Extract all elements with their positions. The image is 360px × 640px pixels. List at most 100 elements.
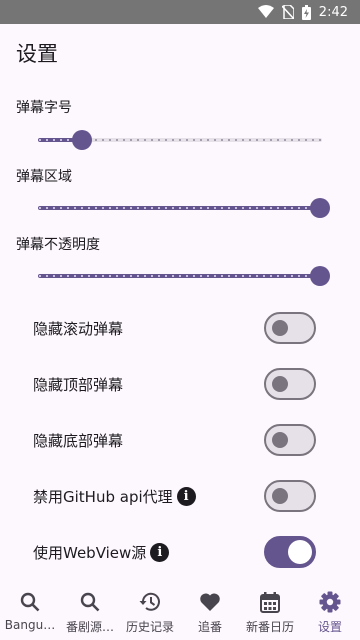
slider-tick [46,275,48,277]
slider-tick [186,139,188,141]
info-icon[interactable]: i [150,542,170,562]
slider-tick [53,139,55,141]
slider-tick [270,139,272,141]
slider-tick [179,275,181,277]
slider-tick [228,139,230,141]
info-icon[interactable]: i [176,486,196,506]
slider-tick [305,207,307,209]
slider-tick [74,275,76,277]
hide-scroll-danmaku-switch[interactable] [264,312,316,344]
no-sim-icon [281,5,294,19]
slider-tick [291,207,293,209]
slider-graphic [38,198,330,218]
switch-thumb [272,432,288,448]
slider-tick [277,275,279,277]
slider-tick [53,207,55,209]
nav-settings[interactable]: 设置 [300,584,360,640]
danmaku-font-size-slider[interactable] [38,128,322,152]
calendar-icon [260,591,280,613]
slider-tick [305,139,307,141]
danmaku-area-slider[interactable] [38,196,330,220]
slider-tick [319,139,321,141]
slider-tick [60,139,62,141]
slider-tick [88,275,90,277]
danmaku-opacity-slider[interactable] [38,264,330,288]
use-webview-source-label: 使用WebView源 i [33,542,170,563]
slider-tick [179,139,181,141]
disable-github-proxy-switch[interactable] [264,480,316,512]
slider-tick [165,207,167,209]
bottom-navigation: Bangu… 番剧源… 历史记录 追番 新番日历 设置 [0,584,360,640]
slider-tick [144,139,146,141]
slider-tick [207,139,209,141]
slider-tick [172,139,174,141]
slider-tick [235,139,237,141]
slider-tick [46,139,48,141]
slider-tick [263,139,265,141]
slider-tick [186,207,188,209]
slider-tick [39,139,41,141]
nav-calendar[interactable]: 新番日历 [240,584,300,640]
toggle-label-text: 隐藏底部弹幕 [33,431,124,450]
nav-following[interactable]: 追番 [180,584,240,640]
slider-tick [116,207,118,209]
disable-github-proxy-row: 禁用GitHub api代理 i [0,476,360,516]
slider-tick [200,207,202,209]
wifi-icon [257,5,274,18]
slider-tick [81,207,83,209]
slider-thumb [310,198,330,218]
slider-tick [228,207,230,209]
slider-tick [249,207,251,209]
slider-tick [298,275,300,277]
hide-bottom-danmaku-switch[interactable] [264,424,316,456]
slider-tick [277,207,279,209]
slider-tick [109,207,111,209]
use-webview-source-switch[interactable] [264,536,316,568]
slider-tick [88,207,90,209]
danmaku-opacity-label: 弹幕不透明度 [16,237,100,253]
nav-label: 历史记录 [125,620,174,634]
nav-label: 新番日历 [245,620,294,634]
slider-tick [270,207,272,209]
slider-tick [123,275,125,277]
slider-tick [235,207,237,209]
nav-anime-source[interactable]: 番剧源… [60,584,120,640]
slider-tick [102,275,104,277]
slider-tick [165,275,167,277]
slider-tick [207,207,209,209]
nav-label: 追番 [197,620,222,634]
slider-tick [123,139,125,141]
nav-history[interactable]: 历史记录 [120,584,180,640]
slider-tick [256,275,258,277]
battery-icon [301,4,311,20]
slider-tick [151,207,153,209]
switch-thumb [272,320,288,336]
slider-tick [137,207,139,209]
slider-tick [158,207,160,209]
slider-tick [158,275,160,277]
slider-tick [249,139,251,141]
slider-tick [67,275,69,277]
hide-top-danmaku-switch[interactable] [264,368,316,400]
nav-bangumi[interactable]: Bangu… [0,584,60,640]
slider-tick [256,207,258,209]
slider-tick [95,275,97,277]
slider-tick [249,275,251,277]
slider-tick [158,139,160,141]
slider-tick [256,139,258,141]
switch-thumb [272,376,288,392]
disable-github-proxy-label: 禁用GitHub api代理 i [33,486,196,507]
slider-tick [151,275,153,277]
slider-tick [165,139,167,141]
slider-tick [305,275,307,277]
slider-tick [214,207,216,209]
toggle-label-text: 隐藏滚动弹幕 [33,319,124,338]
danmaku-font-size-label: 弹幕字号 [16,100,72,116]
history-icon [139,591,161,613]
hide-top-danmaku-label: 隐藏顶部弹幕 [33,374,123,395]
gear-icon [319,591,341,613]
slider-tick [214,139,216,141]
slider-tick [81,275,83,277]
nav-label: 设置 [317,620,342,634]
slider-tick [39,207,41,209]
